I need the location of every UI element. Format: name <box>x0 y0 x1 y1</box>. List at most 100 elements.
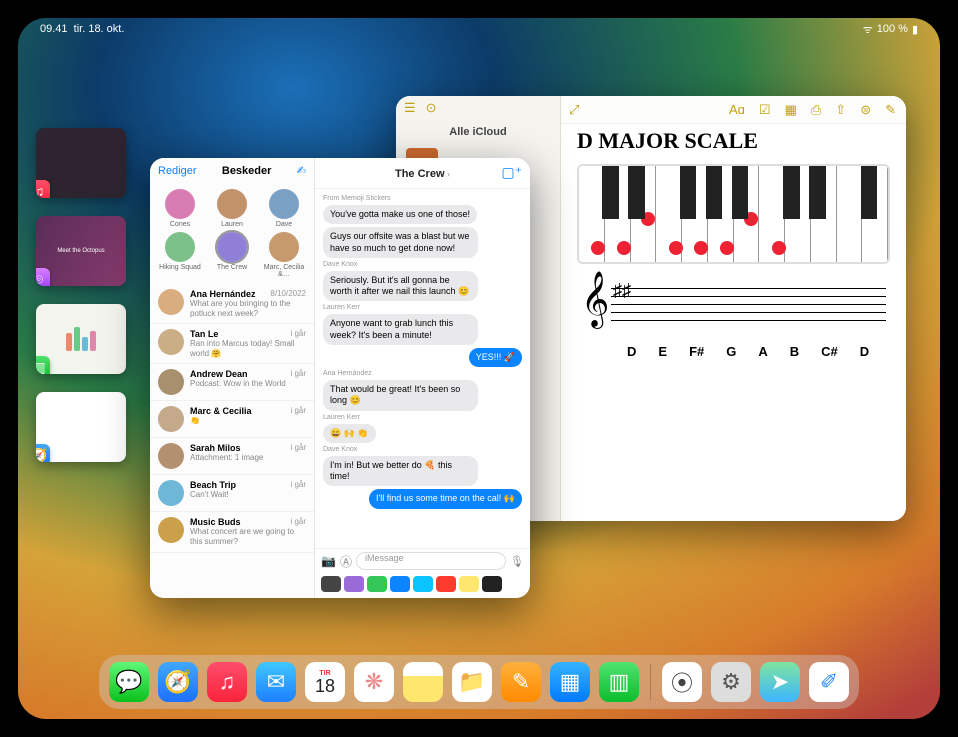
stage-item-music[interactable]: ♫ <box>36 128 126 198</box>
conversation-list: Ana Hernández8/10/2022What are you bring… <box>150 284 314 598</box>
message-thread[interactable]: From Memoji Stickers You've gotta make us… <box>315 189 530 548</box>
message-sender: Dave Knox <box>323 261 522 268</box>
conversation-row[interactable]: Beach Tripi gårCan't Wait! <box>150 475 314 512</box>
appchip-store[interactable] <box>321 576 341 592</box>
status-time: 09.41 <box>40 23 68 35</box>
notes-more-icon[interactable]: ⊙ <box>426 100 437 116</box>
note-letter: F# <box>689 344 704 359</box>
dock-maps[interactable]: ➤ <box>760 662 800 702</box>
table-icon[interactable]: ▦ <box>785 102 797 118</box>
dock-freeform[interactable]: ✐ <box>809 662 849 702</box>
note-title: D MAJOR SCALE <box>577 128 890 154</box>
appchip-photos[interactable] <box>344 576 364 592</box>
dock-reminders[interactable]: ⦿ <box>662 662 702 702</box>
dock: 💬🧭♫✉TIR18❋ 📁✎▦▥ ⦿⚙➤✐ <box>99 655 859 709</box>
note-letter: C# <box>821 344 838 359</box>
edit-button[interactable]: Rediger <box>158 165 197 177</box>
appchip-more[interactable] <box>482 576 502 592</box>
conversation-row[interactable]: Tan Lei gårRan into Marcus today! Small … <box>150 324 314 364</box>
messages-window[interactable]: Rediger Beskeder ✍︎ ConesLaurenDaveHikin… <box>150 158 530 598</box>
appchip-appstore[interactable] <box>390 576 410 592</box>
appchip-music[interactable] <box>436 576 456 592</box>
pinned-conversation[interactable]: Dave <box>260 189 308 228</box>
appchip-fitness[interactable] <box>367 576 387 592</box>
podcasts-icon: ⌾ <box>36 268 50 286</box>
status-bar: 09.41 tir. 18. okt. ᯤ 100 % ▮ <box>18 18 940 40</box>
note-letter: D <box>860 344 869 359</box>
conversation-row[interactable]: Sarah Milosi gårAttachment: 1 image <box>150 438 314 475</box>
note-letter: A <box>758 344 767 359</box>
message-bubble[interactable]: Anyone want to grab lunch this week? It'… <box>323 314 478 345</box>
message-bubble[interactable]: YES!!! 🚀 <box>469 348 522 367</box>
message-sender: Dave Knox <box>323 446 522 453</box>
sidebar-toggle-icon[interactable]: ☰ <box>404 100 416 116</box>
dock-keynote[interactable]: ▦ <box>550 662 590 702</box>
notes-canvas[interactable]: D MAJOR SCALE 𝄞 ♯♯ DEF#GABC#D <box>561 96 906 521</box>
facetime-icon[interactable]: ▢⁺ <box>501 164 522 181</box>
message-sender: Lauren Kerr <box>323 304 522 311</box>
dock-numbers[interactable]: ▥ <box>599 662 639 702</box>
dock-photos[interactable]: ❋ <box>354 662 394 702</box>
dock-settings[interactable]: ⚙ <box>711 662 751 702</box>
message-bubble[interactable]: 😄 🙌 👏 <box>323 424 376 443</box>
stage-item-podcasts[interactable]: Meet the Octopus ⌾ <box>36 216 126 286</box>
dock-music[interactable]: ♫ <box>207 662 247 702</box>
message-bubble[interactable]: That would be great! It's been so long 😊 <box>323 380 478 411</box>
note-letter: E <box>658 344 667 359</box>
pinned-conversation[interactable]: Lauren <box>208 189 256 228</box>
camera-button-icon[interactable]: 📷 <box>321 554 336 568</box>
message-bubble[interactable]: I'm in! But we better do 🍕 this time! <box>323 456 478 487</box>
dock-separator <box>650 664 651 700</box>
pinned-conversation[interactable]: Cones <box>156 189 204 228</box>
lock-icon[interactable]: ⊜ <box>860 102 871 118</box>
conversation-row[interactable]: Ana Hernández8/10/2022What are you bring… <box>150 284 314 324</box>
appchip-shared[interactable] <box>413 576 433 592</box>
appchip-memoji[interactable] <box>459 576 479 592</box>
stage-item-numbers[interactable]: ▥ <box>36 304 126 374</box>
conversation-row[interactable]: Marc & Ceciliai går👏 <box>150 401 314 438</box>
expand-icon[interactable]: ⤢ <box>569 102 579 118</box>
message-bubble[interactable]: Guys our offsite was a blast but we have… <box>323 227 478 258</box>
share-icon[interactable]: ⇧ <box>835 102 846 118</box>
markup-icon[interactable]: ✎ <box>885 102 896 118</box>
compose-icon[interactable]: ✍︎ <box>297 164 306 177</box>
dock-pages[interactable]: ✎ <box>501 662 541 702</box>
message-bubble[interactable]: Seriously. But it's all gonna be worth i… <box>323 271 478 302</box>
checklist-icon[interactable]: ☑ <box>759 102 771 118</box>
dock-mail[interactable]: ✉ <box>256 662 296 702</box>
note-letter: B <box>790 344 799 359</box>
dock-messages[interactable]: 💬 <box>109 662 149 702</box>
conversation-row[interactable]: Music Budsi gårWhat concert are we going… <box>150 512 314 552</box>
message-bubble[interactable]: I'll find us some time on the cal! 🙌 <box>369 489 522 508</box>
pinned-conversation[interactable]: The Crew <box>208 232 256 278</box>
app-store-icon[interactable]: Ⓐ <box>340 553 352 570</box>
battery-label: 100 % <box>877 23 908 35</box>
note-letter: G <box>726 344 736 359</box>
stage-manager-strip: ♫ Meet the Octopus ⌾ ▥ 🧭 <box>36 128 131 462</box>
dock-safari[interactable]: 🧭 <box>158 662 198 702</box>
pinned-conversation[interactable]: Marc, Cecilia &… <box>260 232 308 278</box>
note-letter-row: D E F# G A B C# D <box>627 344 890 359</box>
message-input[interactable]: iMessage <box>356 552 506 570</box>
music-icon: ♫ <box>36 180 50 198</box>
pinned-conversation[interactable]: Hiking Squad <box>156 232 204 278</box>
conversation-row[interactable]: Andrew Deani gårPodcast: Wow in the Worl… <box>150 364 314 401</box>
note-letter: D <box>627 344 636 359</box>
battery-icon: ▮ <box>912 23 918 36</box>
dock-notes[interactable] <box>403 662 443 702</box>
dock-calendar[interactable]: TIR18 <box>305 662 345 702</box>
numbers-icon: ▥ <box>36 356 50 374</box>
safari-icon: 🧭 <box>36 444 50 462</box>
piano-diagram <box>577 164 890 264</box>
dictate-icon[interactable]: 🎙 <box>510 555 524 568</box>
message-sender: Ana Hernández <box>323 370 522 377</box>
camera-icon[interactable]: ⎙ <box>811 102 821 118</box>
message-bubble[interactable]: You've gotta make us one of those! <box>323 205 477 224</box>
stage-item-safari[interactable]: 🧭 <box>36 392 126 462</box>
imessage-app-strip <box>315 573 530 598</box>
text-style-button[interactable]: Aɑ <box>729 102 745 117</box>
dock-files[interactable]: 📁 <box>452 662 492 702</box>
notes-folder-title: Alle iCloud <box>396 120 560 144</box>
from-line: From Memoji Stickers <box>323 195 522 202</box>
thread-header[interactable]: The Crew › ▢⁺ <box>315 158 530 189</box>
